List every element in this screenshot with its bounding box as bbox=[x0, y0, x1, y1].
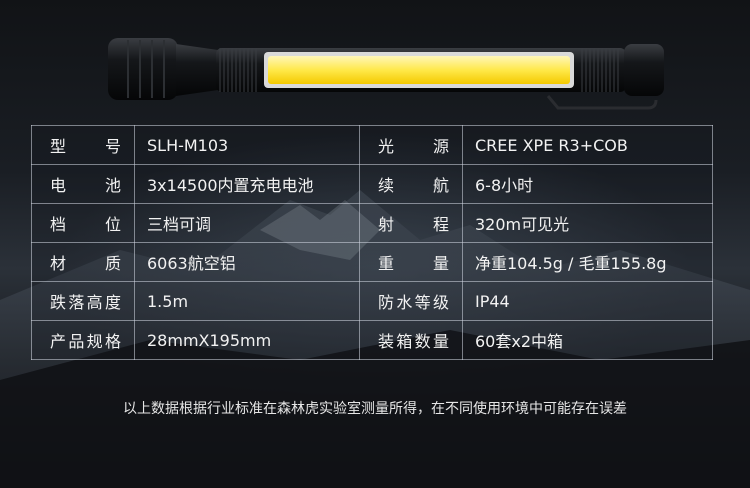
spec-table: 型号 SLH-M103 光源 CREE XPE R3+COB 电池 3x1450… bbox=[31, 125, 713, 360]
spec-value: 6063航空铝 bbox=[134, 242, 360, 282]
spec-label: 档位 bbox=[31, 203, 135, 243]
spec-value: 三档可调 bbox=[134, 203, 360, 243]
spec-value: 6-8小时 bbox=[462, 164, 713, 204]
table-row: 档位 三档可调 射程 320m可见光 bbox=[31, 203, 713, 243]
table-row: 跌落高度 1.5m 防水等级 IP44 bbox=[31, 281, 713, 321]
spec-label: 光源 bbox=[359, 125, 463, 165]
spec-value: 28mmX195mm bbox=[134, 320, 360, 360]
spec-value: IP44 bbox=[462, 281, 713, 321]
spec-label: 重量 bbox=[359, 242, 463, 282]
spec-label: 型号 bbox=[31, 125, 135, 165]
spec-label: 续航 bbox=[359, 164, 463, 204]
spec-label: 射程 bbox=[359, 203, 463, 243]
footnote: 以上数据根据行业标准在森林虎实验室测量所得，在不同使用环境中可能存在误差 bbox=[123, 401, 627, 417]
spec-value: 1.5m bbox=[134, 281, 360, 321]
flashlight-image bbox=[108, 38, 664, 110]
spec-value: 320m可见光 bbox=[462, 203, 713, 243]
spec-label: 防水等级 bbox=[359, 281, 463, 321]
table-row: 型号 SLH-M103 光源 CREE XPE R3+COB bbox=[31, 125, 713, 165]
table-row: 材质 6063航空铝 重量 净重104.5g / 毛重155.8g bbox=[31, 242, 713, 282]
spec-label: 电池 bbox=[31, 164, 135, 204]
spec-label: 跌落高度 bbox=[31, 281, 135, 321]
spec-value: SLH-M103 bbox=[134, 125, 360, 165]
spec-value: CREE XPE R3+COB bbox=[462, 125, 713, 165]
spec-value: 60套x2中箱 bbox=[462, 320, 713, 360]
table-row: 产品规格 28mmX195mm 装箱数量 60套x2中箱 bbox=[31, 320, 713, 360]
spec-label: 产品规格 bbox=[31, 320, 135, 360]
spec-label: 材质 bbox=[31, 242, 135, 282]
spec-label: 装箱数量 bbox=[359, 320, 463, 360]
table-row: 电池 3x14500内置充电电池 续航 6-8小时 bbox=[31, 164, 713, 204]
spec-value: 净重104.5g / 毛重155.8g bbox=[462, 242, 713, 282]
spec-value: 3x14500内置充电电池 bbox=[134, 164, 360, 204]
